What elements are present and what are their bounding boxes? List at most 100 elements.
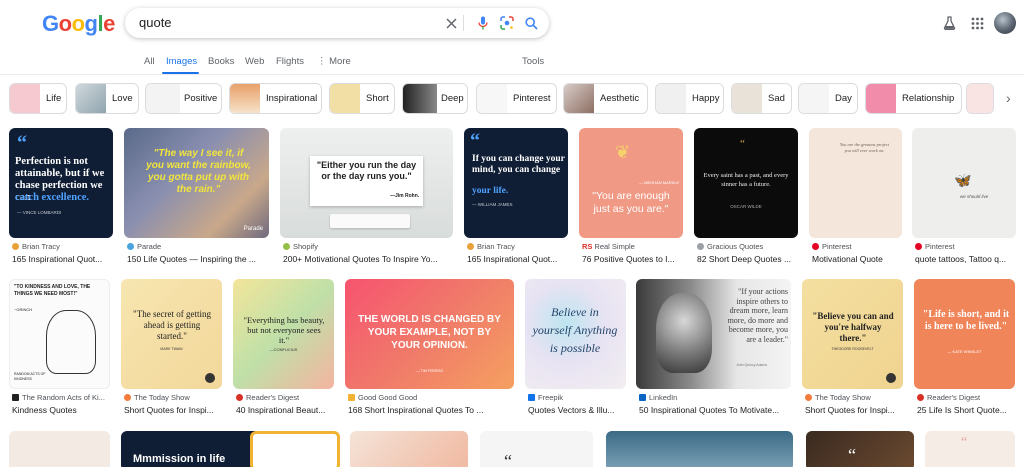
apps-grid-icon[interactable] — [968, 14, 986, 32]
chip-pinterest[interactable]: Pinterest — [476, 83, 557, 114]
result-source[interactable]: Shopify — [283, 242, 453, 251]
tab-books[interactable]: Books — [208, 56, 234, 67]
result-caption[interactable]: Quotes Vectors & Illu... — [528, 405, 626, 415]
image-quote-author: — VINCE LOMBARDI — [17, 210, 62, 215]
clear-icon[interactable] — [443, 15, 459, 31]
chip-label: Deep — [441, 93, 464, 104]
image-result[interactable]: "If your actions inspire others to dream… — [636, 279, 791, 389]
result-source[interactable]: Brian Tracy — [467, 242, 567, 251]
image-result[interactable]: You are the greatest project you will ev… — [809, 128, 902, 238]
image-result[interactable]: "Either you run the day or the day runs … — [280, 128, 453, 238]
result-caption[interactable]: Kindness Quotes — [12, 405, 110, 415]
chip-partial[interactable] — [966, 83, 994, 114]
result-source[interactable]: Pinterest — [812, 242, 902, 251]
image-result[interactable] — [250, 431, 340, 467]
result-caption[interactable]: 165 Inspirational Quot... — [467, 254, 567, 264]
image-result[interactable]: "TO KINDNESS AND LOVE, THE THINGS WE NEE… — [9, 279, 110, 389]
tab-images[interactable]: Images — [166, 56, 197, 67]
image-result[interactable]: 🦋 we should live — [912, 128, 1016, 238]
result-source[interactable]: The Random Acts of Ki... — [12, 393, 110, 402]
image-result[interactable] — [9, 431, 110, 467]
image-result[interactable]: “ — [806, 431, 914, 467]
chip-inspirational[interactable]: Inspirational — [229, 83, 322, 114]
search-icon[interactable] — [523, 15, 539, 31]
result-source[interactable]: Brian Tracy — [12, 242, 112, 251]
search-box[interactable] — [125, 8, 549, 38]
chip-deep[interactable]: Deep — [402, 83, 468, 114]
result-source[interactable]: Reader's Digest — [236, 393, 334, 402]
microphone-icon[interactable] — [475, 15, 491, 31]
result-source[interactable]: The Today Show — [805, 393, 903, 402]
result-caption[interactable]: 76 Positive Quotes to I... — [582, 254, 682, 264]
logo-letter: e — [103, 11, 115, 36]
result-source[interactable]: Gracious Quotes — [697, 242, 797, 251]
chip-short[interactable]: Short — [329, 83, 395, 114]
tab-more[interactable]: ⋮ More — [317, 56, 351, 67]
image-result[interactable]: “ Every saint has a past, and every sinn… — [694, 128, 798, 238]
result-caption[interactable]: 200+ Motivational Quotes To Inspire Yo..… — [283, 254, 453, 264]
image-result[interactable]: THE WORLD IS CHANGED BY YOUR EXAMPLE, NO… — [345, 279, 514, 389]
image-result[interactable]: Mmmission in life — [121, 431, 266, 467]
result-caption[interactable]: Motivational Quote — [812, 254, 902, 264]
image-quote-author: OSCAR WILDE — [730, 204, 762, 209]
image-result[interactable]: "Everything has beauty, but not everyone… — [233, 279, 334, 389]
source-favicon — [639, 394, 646, 401]
image-result[interactable] — [606, 431, 793, 467]
image-result[interactable]: “ Perfection is not attainable, but if w… — [9, 128, 113, 238]
tab-all[interactable]: All — [144, 56, 155, 67]
image-quote-text: If you can change your mind, you can cha… — [472, 154, 565, 175]
refinement-chips: Life Love Positive Inspirational Short D… — [0, 83, 1024, 115]
account-avatar[interactable] — [994, 12, 1016, 34]
result-caption[interactable]: 82 Short Deep Quotes ... — [697, 254, 797, 264]
image-result[interactable]: Believe in yourself Anything is possible — [525, 279, 626, 389]
chip-day[interactable]: Day — [798, 83, 858, 114]
result-caption[interactable]: quote tattoos, Tattoo q... — [915, 254, 1015, 264]
image-result[interactable]: ❦ "You are enough just as you are." — ME… — [579, 128, 683, 238]
result-caption[interactable]: 50 Inspirational Quotes To Motivate... — [639, 405, 791, 415]
result-source[interactable]: Reader's Digest — [917, 393, 1015, 402]
result-source[interactable]: Pinterest — [915, 242, 1015, 251]
chip-love[interactable]: Love — [75, 83, 139, 114]
source-favicon — [528, 394, 535, 401]
image-result[interactable]: “ — [925, 431, 1015, 467]
result-caption[interactable]: Short Quotes for Inspi... — [805, 405, 903, 415]
image-result[interactable]: "Life is short, and it is here to be liv… — [914, 279, 1015, 389]
result-source[interactable]: Freepik — [528, 393, 626, 402]
image-result[interactable]: "The way I see it, if you want the rainb… — [124, 128, 269, 238]
result-source[interactable]: LinkedIn — [639, 393, 791, 402]
result-caption[interactable]: 25 Life Is Short Quote... — [917, 405, 1015, 415]
image-result[interactable]: “ — [480, 431, 593, 467]
result-source[interactable]: Good Good Good — [348, 393, 514, 402]
chip-positive[interactable]: Positive — [145, 83, 222, 114]
result-caption[interactable]: Short Quotes for Inspi... — [124, 405, 222, 415]
result-caption[interactable]: 165 Inspirational Quot... — [12, 254, 112, 264]
chip-happy[interactable]: Happy — [655, 83, 724, 114]
image-result[interactable]: "Believe you can and you're halfway ther… — [802, 279, 903, 389]
result-caption[interactable]: 150 Life Quotes — Inspiring the ... — [127, 254, 269, 264]
lens-icon[interactable] — [499, 15, 515, 31]
quote-mark-icon: “ — [504, 451, 512, 467]
logo-letter: G — [42, 11, 59, 36]
image-result[interactable]: “ If you can change your mind, you can c… — [464, 128, 568, 238]
tab-web[interactable]: Web — [245, 56, 264, 67]
google-logo[interactable]: Google — [42, 11, 115, 37]
search-input[interactable] — [139, 15, 439, 30]
result-source[interactable]: Parade — [127, 242, 267, 251]
image-result[interactable]: "The secret of getting ahead is getting … — [121, 279, 222, 389]
chevron-right-icon[interactable]: › — [1006, 90, 1011, 106]
chip-sad[interactable]: Sad — [731, 83, 792, 114]
chip-relationship[interactable]: Relationship — [865, 83, 962, 114]
source-favicon — [12, 243, 19, 250]
chip-life[interactable]: Life — [9, 83, 67, 114]
labs-flask-icon[interactable] — [940, 14, 958, 32]
result-caption[interactable]: 168 Short Inspirational Quotes To ... — [348, 405, 514, 415]
image-quote-text: "If your actions inspire others to dream… — [727, 287, 788, 344]
tab-flights[interactable]: Flights — [276, 56, 304, 67]
chip-aesthetic[interactable]: Aesthetic — [563, 83, 648, 114]
result-source[interactable]: The Today Show — [124, 393, 222, 402]
source-favicon — [915, 243, 922, 250]
tools-button[interactable]: Tools — [522, 56, 544, 67]
image-result[interactable] — [350, 431, 468, 467]
result-source[interactable]: RS Real Simple — [582, 242, 682, 251]
result-caption[interactable]: 40 Inspirational Beaut... — [236, 405, 334, 415]
